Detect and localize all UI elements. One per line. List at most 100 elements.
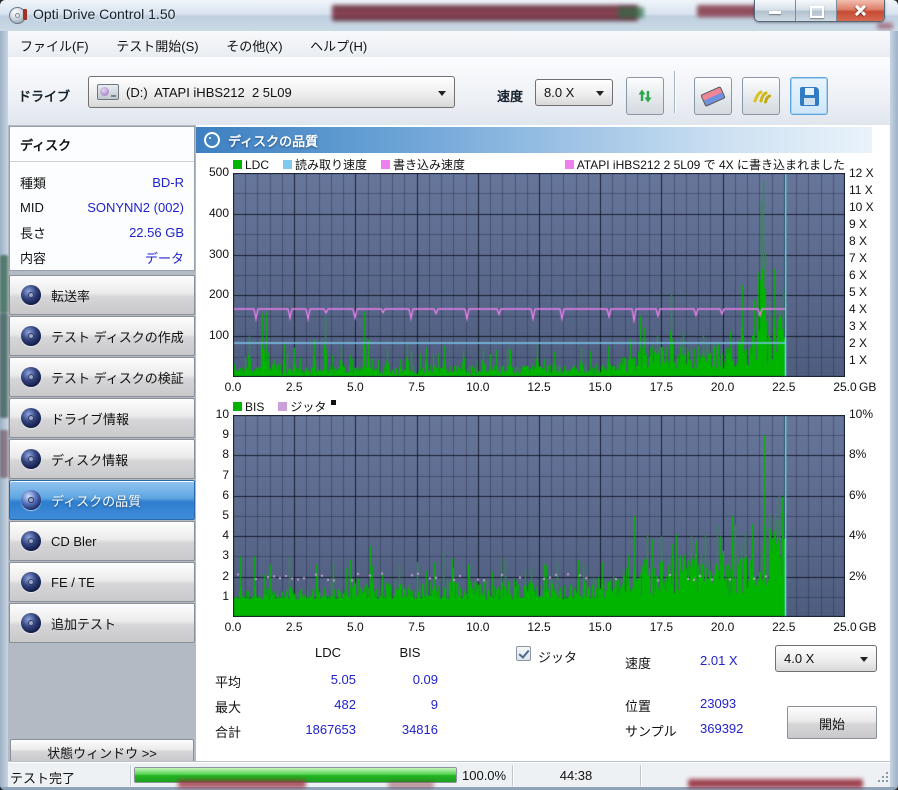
legend-swatch [278,402,288,411]
jitter-checkbox-label: ジッタ [538,650,578,665]
menubar: ファイル(F) テスト開始(S) その他(X) ヘルプ(H) [8,31,890,58]
disc-icon [21,326,41,346]
menu-file[interactable]: ファイル(F) [8,31,101,60]
axis-tick: 5 X [849,285,868,299]
axis-tick: 2 [222,568,229,583]
sidebar-item-disc-quality[interactable]: ディスクの品質 [9,480,195,520]
eraser-icon [700,85,726,107]
sidebar-item-additional-tests[interactable]: 追加テスト [9,603,195,643]
sidebar-item-verify-test-disc[interactable]: テスト ディスクの検証 [9,357,195,397]
stats-avg-ldc: 5.05 [330,672,356,687]
sidebar: ディスク 種類 BD-R MID SONYNN2 (002) 長さ 22.56 … [8,125,196,762]
sidebar-item-create-test-disc[interactable]: テスト ディスクの作成 [9,316,195,356]
axis-tick: 2% [849,568,867,583]
save-button[interactable] [790,77,828,115]
annotation-label: ATAPI iHBS212 2 5L09 で 4X に書き込まれました [576,158,845,172]
sidebar-item-label: ドライブ情報 [51,411,130,427]
background-artifact [697,5,759,17]
menu-start-test[interactable]: テスト開始(S) [104,31,210,60]
statusbar: テスト完了 100.0% 44:38 [4,762,894,788]
stats-header-ldc: LDC [314,645,341,660]
sidebar-item-disc-info[interactable]: ディスク情報 [9,439,195,479]
info-value: 22.56 GB [129,225,184,240]
sidebar-item-drive-info[interactable]: ドライブ情報 [9,398,195,438]
info-label: 長さ [20,226,47,241]
write-speed-select[interactable]: 4.0 X [775,645,877,672]
legend-label: BIS [245,399,265,414]
disc-icon [21,285,41,305]
legend-label: 書き込み速度 [393,158,466,172]
axis-tick: 1 [222,588,229,603]
axis-tick: 100 [208,328,229,343]
sidebar-buttons: 転送率 テスト ディスクの作成 テスト ディスクの検証 ドライブ情報 ディスク情… [9,275,195,644]
axis-tick: GB [859,380,877,394]
statusbar-separator [130,765,131,786]
toolbar: ドライブ (D:) ATAPI iHBS212 2 5L09 速度 8.0 X [8,57,890,126]
titlebar[interactable]: Opti Drive Control 1.50 [0,0,898,32]
jitter-checkbox[interactable] [516,646,531,661]
status-text: テスト完了 [10,771,76,786]
axis-tick: 10.0 [466,380,490,394]
stats-row-label: 合計 [215,725,242,740]
status-window-button[interactable]: 状態ウィンドウ >> [10,739,194,762]
legend-swatch [233,160,242,169]
refresh-button[interactable] [626,77,664,115]
close-button[interactable] [837,0,884,21]
drive-icon [97,84,119,100]
background-artifact [618,7,644,18]
app-disc-icon [9,7,27,24]
disc-quality-bottom-chart [233,415,845,617]
axis-tick: 10 X [849,200,874,214]
axis-tick: 4 [222,528,229,543]
axis-tick: 300 [208,246,229,261]
start-button[interactable]: 開始 [787,706,877,739]
speed-label: 速度 [497,89,524,104]
minimize-button[interactable] [755,0,796,21]
sidebar-item-label: テスト ディスクの検証 [51,370,184,386]
sidebar-item-label: 追加テスト [51,616,117,632]
axis-tick: 0.0 [224,620,242,634]
disc-info-row-mid: MID SONYNN2 (002) [20,195,184,220]
disc-icon [21,449,41,469]
disc-info-row-type: 種類 BD-R [20,170,184,195]
info-value: SONYNN2 (002) [87,200,184,215]
axis-tick: 9 X [849,217,868,231]
speed-select[interactable]: 8.0 X [535,79,613,106]
clean-button[interactable] [742,77,780,115]
axis-tick: 1 X [849,353,868,367]
drive-select-value: (D:) ATAPI iHBS212 2 5L09 [126,84,292,100]
minimize-icon [769,11,781,14]
legend-read-speed: 読み取り速度 [283,156,367,173]
refresh-arrows-icon [638,89,652,103]
legend-swatch [283,160,293,169]
axis-tick: 400 [208,205,229,220]
close-icon [854,4,867,17]
maximize-button[interactable] [796,0,837,21]
erase-button[interactable] [694,77,732,115]
sidebar-item-label: FE / TE [51,574,95,590]
resize-grip[interactable] [878,772,890,784]
drive-select[interactable]: (D:) ATAPI iHBS212 2 5L09 [88,76,455,108]
chevron-down-icon [860,657,868,666]
menu-other[interactable]: その他(X) [214,31,294,60]
sidebar-item-transfer-rate[interactable]: 転送率 [9,275,195,315]
position-stat-label: 位置 [625,699,652,714]
axis-tick: 10% [849,407,874,421]
axis-tick: 3 [222,548,229,563]
axis-tick: 7 [222,467,229,482]
axis-tick: 22.5 [772,620,796,634]
sidebar-item-label: テスト ディスクの作成 [51,329,184,345]
panel-header: ディスクの品質 [196,127,872,153]
chart-annotation: ATAPI iHBS212 2 5L09 で 4X に書き込まれました [564,156,845,173]
axis-tick: 25.0 [833,620,857,634]
sidebar-item-cd-bler[interactable]: CD Bler [9,521,195,561]
legend-superscript-square [331,400,337,405]
menu-help[interactable]: ヘルプ(H) [298,31,379,60]
axis-tick: 12 X [849,166,874,180]
legend-bis: BIS [233,400,264,414]
speed-stat-label: 速度 [625,656,652,671]
disc-icon [204,132,220,148]
disc-icon [21,531,41,551]
sidebar-item-fe-te[interactable]: FE / TE [9,562,195,602]
axis-tick: 2 X [849,336,868,350]
